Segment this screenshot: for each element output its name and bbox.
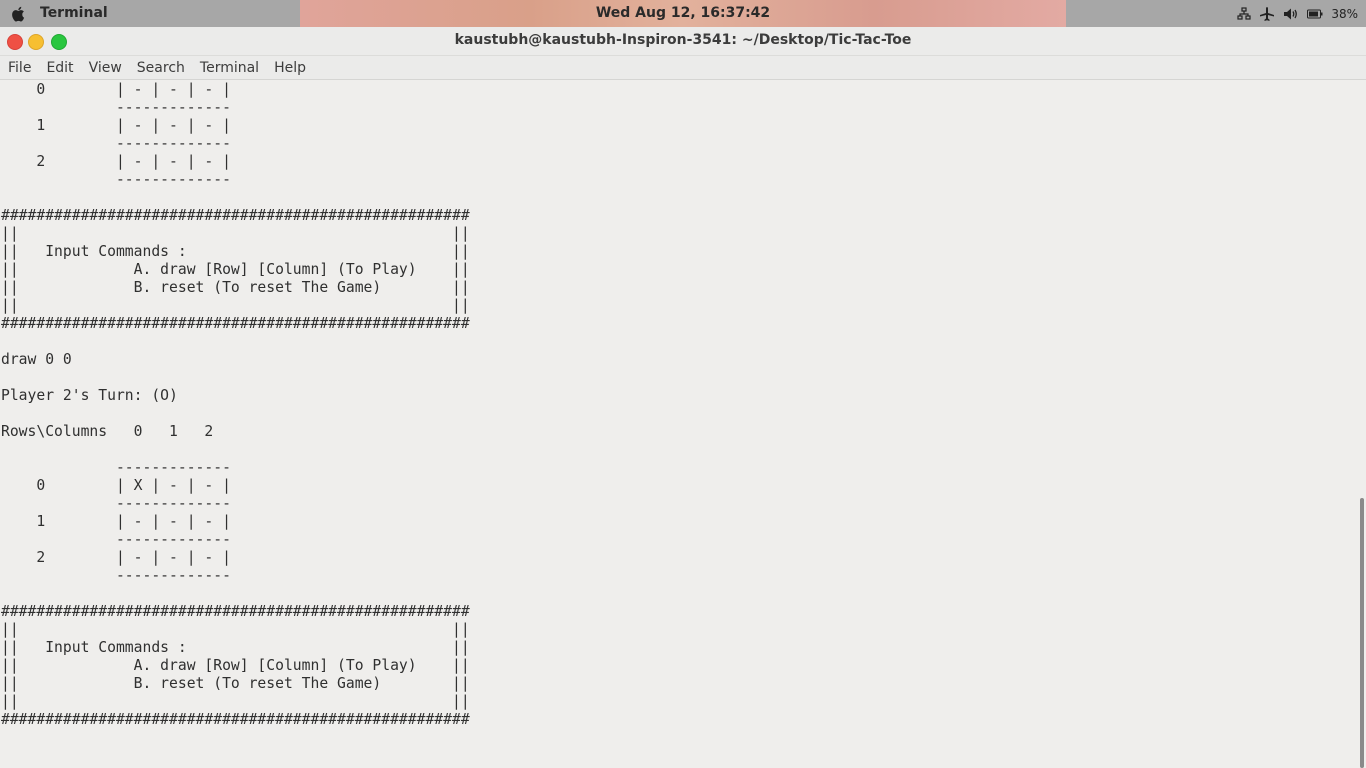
menu-file[interactable]: File bbox=[1, 60, 38, 76]
menu-edit[interactable]: Edit bbox=[39, 60, 80, 76]
clock[interactable]: Wed Aug 12, 16:37:42 bbox=[0, 5, 1366, 21]
terminal-output[interactable]: 0 | - | - | - | ------------- 1 | - | - … bbox=[1, 81, 470, 768]
menu-terminal[interactable]: Terminal bbox=[193, 60, 266, 76]
terminal-scrollbar[interactable] bbox=[1356, 80, 1366, 768]
airplane-icon[interactable] bbox=[1259, 6, 1275, 22]
window-title-bar[interactable]: kaustubh@kaustubh-Inspiron-3541: ~/Deskt… bbox=[0, 27, 1366, 56]
system-tray: 38% bbox=[1237, 4, 1358, 24]
menu-bar: File Edit View Search Terminal Help bbox=[0, 56, 1366, 80]
window-title: kaustubh@kaustubh-Inspiron-3541: ~/Deskt… bbox=[454, 32, 912, 48]
terminal-area[interactable]: 0 | - | - | - | ------------- 1 | - | - … bbox=[0, 80, 1356, 768]
system-top-bar: Terminal Wed Aug 12, 16:37:42 38% bbox=[0, 0, 1366, 27]
volume-icon[interactable] bbox=[1283, 7, 1299, 21]
menu-search[interactable]: Search bbox=[130, 60, 192, 76]
scrollbar-thumb[interactable] bbox=[1360, 498, 1364, 768]
battery-percentage[interactable]: 38% bbox=[1331, 7, 1358, 21]
menu-view[interactable]: View bbox=[82, 60, 129, 76]
menu-help[interactable]: Help bbox=[267, 60, 313, 76]
battery-icon[interactable] bbox=[1307, 8, 1323, 20]
network-icon[interactable] bbox=[1237, 7, 1251, 21]
